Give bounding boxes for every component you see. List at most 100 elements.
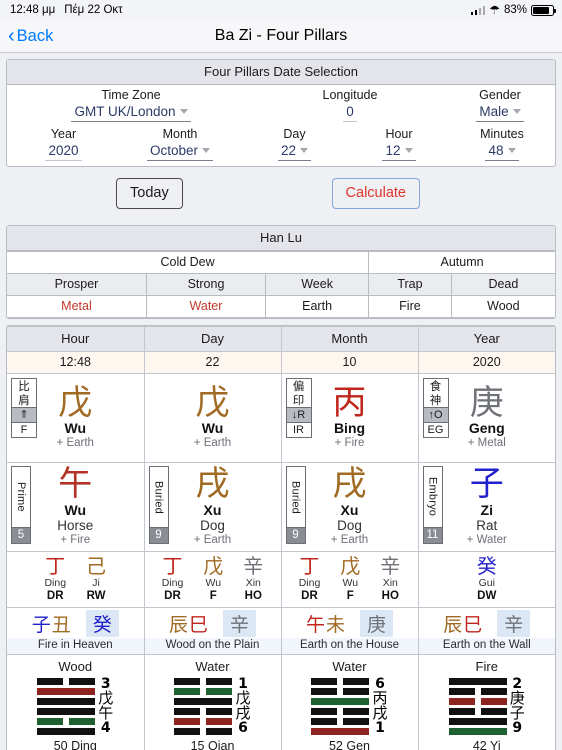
- hidden-stem-glyph: 辛: [243, 554, 264, 578]
- wifi-icon: ☂: [489, 3, 500, 17]
- branch-pinyin: Wu: [64, 501, 86, 518]
- stem-pinyin: Bing: [333, 420, 366, 437]
- hexagram-cell[interactable]: Water 6 丙 戌 1 52 Gen Mountain: [280, 654, 419, 750]
- table-row: Cold Dew Autumn: [7, 251, 555, 274]
- badge-cn-1: 比: [18, 379, 30, 393]
- branch-stage-number: 11: [423, 527, 442, 543]
- hidden-stems-cell[interactable]: 丁 Ding DR 己 Ji RW: [7, 551, 145, 608]
- branch-stage-number: 5: [12, 527, 30, 543]
- status-bar: 12:48 μμ Πέμ 22 Οκτ ☂ 83%: [0, 0, 562, 20]
- branch-stage-number: 9: [286, 527, 305, 543]
- combination-cell[interactable]: 子丑 癸 Fire in Heaven: [7, 607, 145, 655]
- date-selection-header: Four Pillars Date Selection: [7, 60, 555, 85]
- hidden-stem-glyph: 丁: [162, 554, 183, 578]
- stem-cell[interactable]: 偏 印 ↓R IR 丙 Bing + Fire: [280, 373, 419, 463]
- branch-cell[interactable]: Prime 5 午 Wu Horse + Fire: [7, 462, 145, 552]
- hexagram-line-yin: [311, 687, 370, 695]
- hidden-stems-cell[interactable]: 丁 Ding DR 戊 Wu F 辛 Xin HO: [280, 551, 419, 608]
- stem-cell[interactable]: 比 肩 ⇑ F 戊 Wu + Earth: [7, 373, 145, 463]
- hanlu-element-cell: Fire: [368, 295, 452, 318]
- hidden-stem-glyph: 辛: [380, 554, 401, 578]
- pillar-column-value: 2020: [417, 351, 555, 374]
- hour-select[interactable]: 12: [382, 142, 416, 161]
- today-button[interactable]: Today: [116, 178, 183, 209]
- stem-pinyin: Geng: [468, 420, 505, 437]
- branches-row: Prime 5 午 Wu Horse + Fire Buried 9 戌 Xu …: [7, 462, 555, 552]
- stem-element: + Earth: [56, 437, 94, 450]
- stem-element: + Fire: [334, 437, 365, 450]
- minutes-select[interactable]: 48: [485, 142, 519, 161]
- stems-row: 比 肩 ⇑ F 戊 Wu + Earth 戊 Wu + Earth 偏 印 ↓R…: [7, 373, 555, 463]
- action-button-row: Today Calculate: [0, 167, 562, 219]
- branch-element: + Fire: [60, 533, 91, 546]
- hidden-stem-abbr: HO: [381, 590, 399, 602]
- longitude-input[interactable]: 0: [343, 103, 357, 122]
- hexagram-cn-2: 戌: [372, 704, 388, 722]
- hexagram-line-yin: [174, 717, 233, 725]
- day-select[interactable]: 22: [277, 142, 312, 161]
- status-date: Πέμ 22 Οκτ: [64, 4, 123, 16]
- hexagram-element: Fire: [475, 659, 498, 674]
- gender-select[interactable]: Male: [476, 103, 524, 122]
- branch-glyph: 戌: [195, 464, 230, 505]
- solar-term-cell: Cold Dew: [7, 251, 370, 274]
- stem-cell[interactable]: 戊 Wu + Earth: [143, 373, 282, 463]
- timezone-label: Time Zone: [101, 88, 161, 102]
- hexagram-cell[interactable]: Water 1 戊 戌 6 15 Qian Humility: [143, 654, 282, 750]
- branch-stage-badge: Buried 9: [148, 466, 169, 544]
- year-input[interactable]: 2020: [45, 142, 82, 161]
- hidden-stems-cell[interactable]: 丁 Ding DR 戊 Wu F 辛 Xin HO: [143, 551, 282, 608]
- month-select[interactable]: October: [146, 142, 214, 161]
- chevron-down-icon: [179, 109, 188, 114]
- timezone-select[interactable]: GMT UK/London: [71, 103, 191, 122]
- branch-stage-label: Prime: [15, 482, 27, 512]
- hanlu-header: Han Lu: [7, 226, 555, 251]
- stem-pinyin: Wu: [201, 420, 224, 437]
- pillar-column-header: Hour: [7, 326, 145, 352]
- hidden-stem-abbr: DR: [301, 590, 318, 602]
- longitude-value: 0: [346, 104, 354, 119]
- stem-cell[interactable]: 食 神 ↑O EG 庚 Geng + Metal: [417, 373, 555, 463]
- hexagram-name: 52 Gen: [328, 739, 370, 750]
- hexagram-lines: [448, 677, 507, 735]
- branch-cell[interactable]: Embryo 11 子 Zi Rat + Water: [417, 462, 555, 552]
- stem-relation-badge: 比 肩 ⇑ F: [11, 378, 37, 438]
- hanlu-state-cell: Week: [265, 273, 370, 296]
- timezone-value: GMT UK/London: [74, 104, 176, 119]
- stem-relation-badge: 偏 印 ↓R IR: [285, 378, 312, 438]
- branch-cell[interactable]: Buried 9 戌 Xu Dog + Earth: [143, 462, 282, 552]
- gender-value: Male: [479, 104, 509, 119]
- hidden-stem-glyph: 丁: [299, 554, 320, 578]
- hexagram-element: Wood: [58, 659, 93, 674]
- hexagram-bottom-number: 4: [100, 720, 111, 736]
- hexagram-line-yang: [448, 677, 507, 685]
- signal-bars-icon: [470, 5, 486, 15]
- branch-cell[interactable]: Buried 9 戌 Xu Dog + Earth: [280, 462, 419, 552]
- hidden-stem-abbr: DR: [46, 590, 64, 602]
- calculate-button[interactable]: Calculate: [331, 178, 420, 209]
- hidden-stem-item: 戊 Wu F: [203, 556, 223, 603]
- stem-glyph: 庚: [469, 382, 504, 423]
- hidden-stem-item: 丁 Ding DR: [162, 554, 184, 603]
- stem-relation-badge: 食 神 ↑O EG: [422, 378, 449, 438]
- badge-cn-2: 肩: [18, 393, 30, 407]
- hidden-stems-cell[interactable]: 癸 Gui DW: [417, 551, 555, 608]
- table-row: Prosper Strong Week Trap Dead: [7, 273, 555, 296]
- navigation-bar: ‹ Back Ba Zi - Four Pillars: [0, 20, 562, 53]
- pillars-subheader-row: 12:48 22 10 2020: [7, 351, 555, 374]
- branch-stage-number: 9: [149, 527, 168, 543]
- hexagram-cell[interactable]: Wood 3 戊 午 4 50 Ding The Cauldron: [7, 654, 145, 750]
- hexagram-cell[interactable]: Fire 2 庚 子 9 42 Yi Increase: [417, 654, 555, 750]
- hanlu-element-cell: Metal: [7, 295, 147, 318]
- hidden-stem-glyph: 己: [86, 554, 107, 578]
- pillar-column-value: 12:48: [7, 351, 145, 374]
- pillar-column-header: Day: [143, 326, 282, 352]
- stem-glyph: 戊: [195, 382, 230, 423]
- combination-cell[interactable]: 辰巳 辛 Wood on the Plain: [143, 607, 282, 655]
- combination-cell[interactable]: 午未 庚 Earth on the House: [280, 607, 419, 655]
- month-field: Month October: [120, 127, 240, 161]
- combination-cell[interactable]: 辰巳 辛 Earth on the Wall: [417, 607, 555, 655]
- year-label: Year: [50, 127, 77, 141]
- hanlu-element-cell: Wood: [450, 295, 555, 318]
- hexagram-line-yang: [37, 727, 96, 735]
